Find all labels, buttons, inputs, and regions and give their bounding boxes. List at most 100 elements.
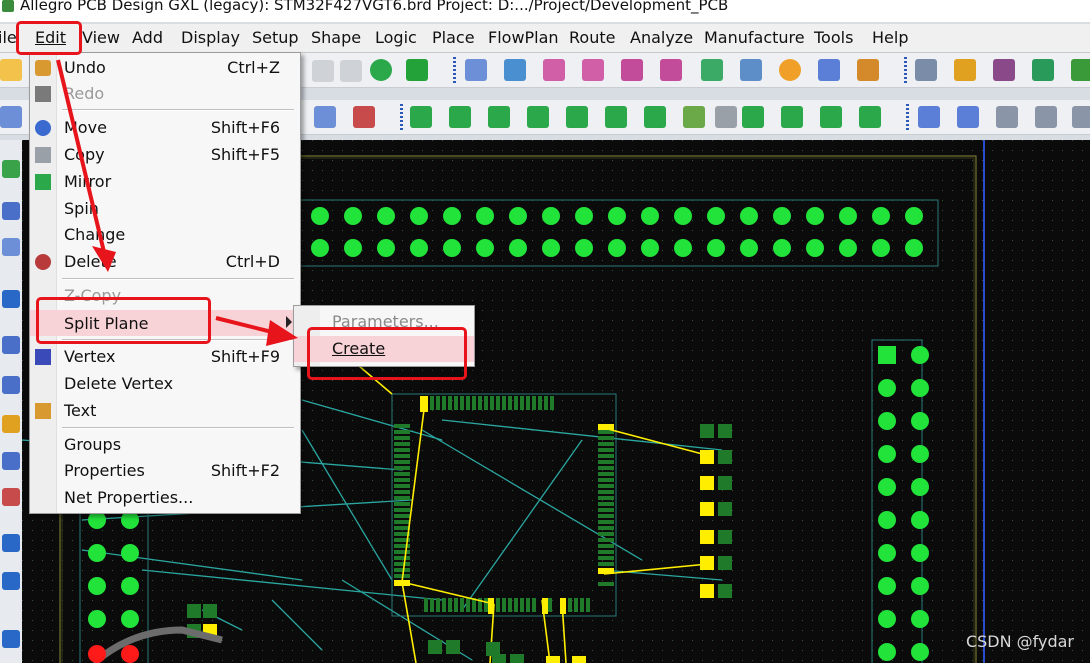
menu-route[interactable]: Route	[569, 28, 615, 47]
camera-icon[interactable]	[1035, 106, 1057, 128]
menu-item-shortcut: Ctrl+D	[225, 252, 280, 271]
move-icon	[35, 120, 51, 136]
tool-icon[interactable]	[1072, 106, 1090, 128]
route-batch-icon[interactable]	[781, 106, 803, 128]
line-icon[interactable]	[2, 630, 20, 648]
color-icon[interactable]	[954, 59, 976, 81]
delay-tune-icon[interactable]	[488, 106, 510, 128]
3d-view-icon[interactable]	[818, 59, 840, 81]
layer-icon[interactable]	[1071, 59, 1090, 81]
u1-symbol-icon[interactable]	[2, 202, 20, 220]
pin-icon[interactable]	[406, 59, 428, 81]
menu-item-vertex[interactable]: Vertex Shift+F9	[30, 345, 300, 369]
toolbar-separator	[453, 57, 456, 83]
menu-manufacture[interactable]: Manufacture	[704, 28, 805, 47]
route-icon[interactable]	[742, 106, 764, 128]
diamond-icon[interactable]	[2, 452, 20, 470]
menu-item-label: Change	[64, 225, 126, 244]
spread-between-voids-icon[interactable]	[605, 106, 627, 128]
menu-display[interactable]: Display	[181, 28, 240, 47]
grid-icon[interactable]	[504, 59, 526, 81]
connector-icon[interactable]	[2, 238, 20, 256]
menu-item-label: Redo	[64, 84, 105, 103]
menu-add[interactable]: Add	[132, 28, 163, 47]
create-highlight-box	[307, 327, 467, 380]
menu-file[interactable]: ile	[0, 28, 17, 47]
flip-board-icon[interactable]	[857, 59, 879, 81]
menu-item-change[interactable]: Change	[30, 223, 300, 247]
route-comp-icon[interactable]	[859, 106, 881, 128]
menu-logic[interactable]: Logic	[375, 28, 417, 47]
menu-item-label: Undo	[64, 58, 106, 77]
gloss-icon[interactable]	[644, 106, 666, 128]
edit-menu-highlight-box	[16, 21, 82, 55]
wave-icon[interactable]	[2, 376, 20, 394]
pin-swap-icon[interactable]	[2, 415, 20, 433]
zoom-in-icon[interactable]	[621, 59, 643, 81]
zoom-fit-icon[interactable]	[543, 59, 565, 81]
redo-tool-icon[interactable]	[312, 60, 334, 82]
down-icon[interactable]	[715, 106, 737, 128]
down-arrow-icon[interactable]	[340, 60, 362, 82]
menu-divider	[62, 427, 294, 429]
menu-item-shortcut: Shift+F6	[210, 118, 280, 137]
toolbar-separator	[400, 104, 403, 130]
menu-flowplan[interactable]: FlowPlan	[488, 28, 559, 47]
shadow-mode-icon[interactable]	[1032, 59, 1054, 81]
component-icon[interactable]	[2, 160, 20, 178]
menu-item-undo[interactable]: Undo Ctrl+Z	[30, 56, 300, 80]
measure-icon[interactable]	[996, 106, 1018, 128]
menu-analyze[interactable]: Analyze	[630, 28, 693, 47]
zoom-world-icon[interactable]	[740, 59, 762, 81]
menu-item-properties[interactable]: Properties Shift+F2	[30, 459, 300, 483]
tune-icon[interactable]	[2, 572, 20, 590]
custom-smooth-icon[interactable]	[527, 106, 549, 128]
window-icon[interactable]	[0, 106, 22, 128]
title-bar: Allegro PCB Design GXL (legacy): STM32F4…	[0, 0, 1090, 22]
menu-item-move[interactable]: Move Shift+F6	[30, 116, 300, 140]
allegro-app-icon	[2, 0, 14, 12]
redraw-icon[interactable]	[779, 59, 801, 81]
route-tool-icon[interactable]	[2, 290, 20, 308]
left-toolbar	[0, 140, 22, 663]
grid-toggle-icon[interactable]	[915, 59, 937, 81]
globe-icon[interactable]	[370, 59, 392, 81]
add-connect-icon[interactable]	[410, 106, 432, 128]
menu-item-label: Copy	[64, 145, 105, 164]
book-icon[interactable]	[957, 106, 979, 128]
menu-item-groups[interactable]: Groups	[30, 433, 300, 457]
menu-view[interactable]: View	[82, 28, 120, 47]
menu-item-copy[interactable]: Copy Shift+F5	[30, 143, 300, 167]
menu-item-label: Text	[64, 401, 97, 420]
dialog-icon[interactable]	[314, 106, 336, 128]
vertex-icon[interactable]	[566, 106, 588, 128]
menu-place[interactable]: Place	[432, 28, 475, 47]
zoom-previous-icon[interactable]	[701, 59, 723, 81]
menu-tools[interactable]: Tools	[814, 28, 853, 47]
menu-item-delete-vertex[interactable]: Delete Vertex	[30, 372, 300, 396]
layer-visibility-icon[interactable]	[993, 59, 1015, 81]
zoom-window-icon[interactable]	[582, 59, 604, 81]
menu-shape[interactable]: Shape	[311, 28, 361, 47]
open-file-icon[interactable]	[0, 59, 22, 81]
menu-item-spin[interactable]: Spin	[30, 197, 300, 221]
grid-cell-icon[interactable]	[2, 534, 20, 552]
menu-item-mirror[interactable]: Mirror	[30, 170, 300, 194]
route-net-icon[interactable]	[820, 106, 842, 128]
menu-item-text[interactable]: Text	[30, 399, 300, 423]
menu-setup[interactable]: Setup	[252, 28, 299, 47]
menu-bar: ile Edit View Add Display Setup Shape Lo…	[0, 24, 1090, 53]
menu-item-net-properties[interactable]: Net Properties...	[30, 486, 300, 510]
menu-help[interactable]: Help	[872, 28, 908, 47]
slide-icon[interactable]	[449, 106, 471, 128]
zoom-out-icon[interactable]	[660, 59, 682, 81]
odb-export-icon[interactable]	[918, 106, 940, 128]
menu-item-delete[interactable]: Delete Ctrl+D	[30, 250, 300, 274]
text-edit-icon	[35, 403, 51, 419]
align-icon[interactable]	[2, 336, 20, 354]
menu-divider	[62, 278, 294, 280]
fanout-icon[interactable]	[683, 106, 705, 128]
grid-view-icon[interactable]	[465, 59, 487, 81]
bus-icon[interactable]	[2, 488, 20, 506]
delete-unrouted-icon[interactable]	[353, 106, 375, 128]
